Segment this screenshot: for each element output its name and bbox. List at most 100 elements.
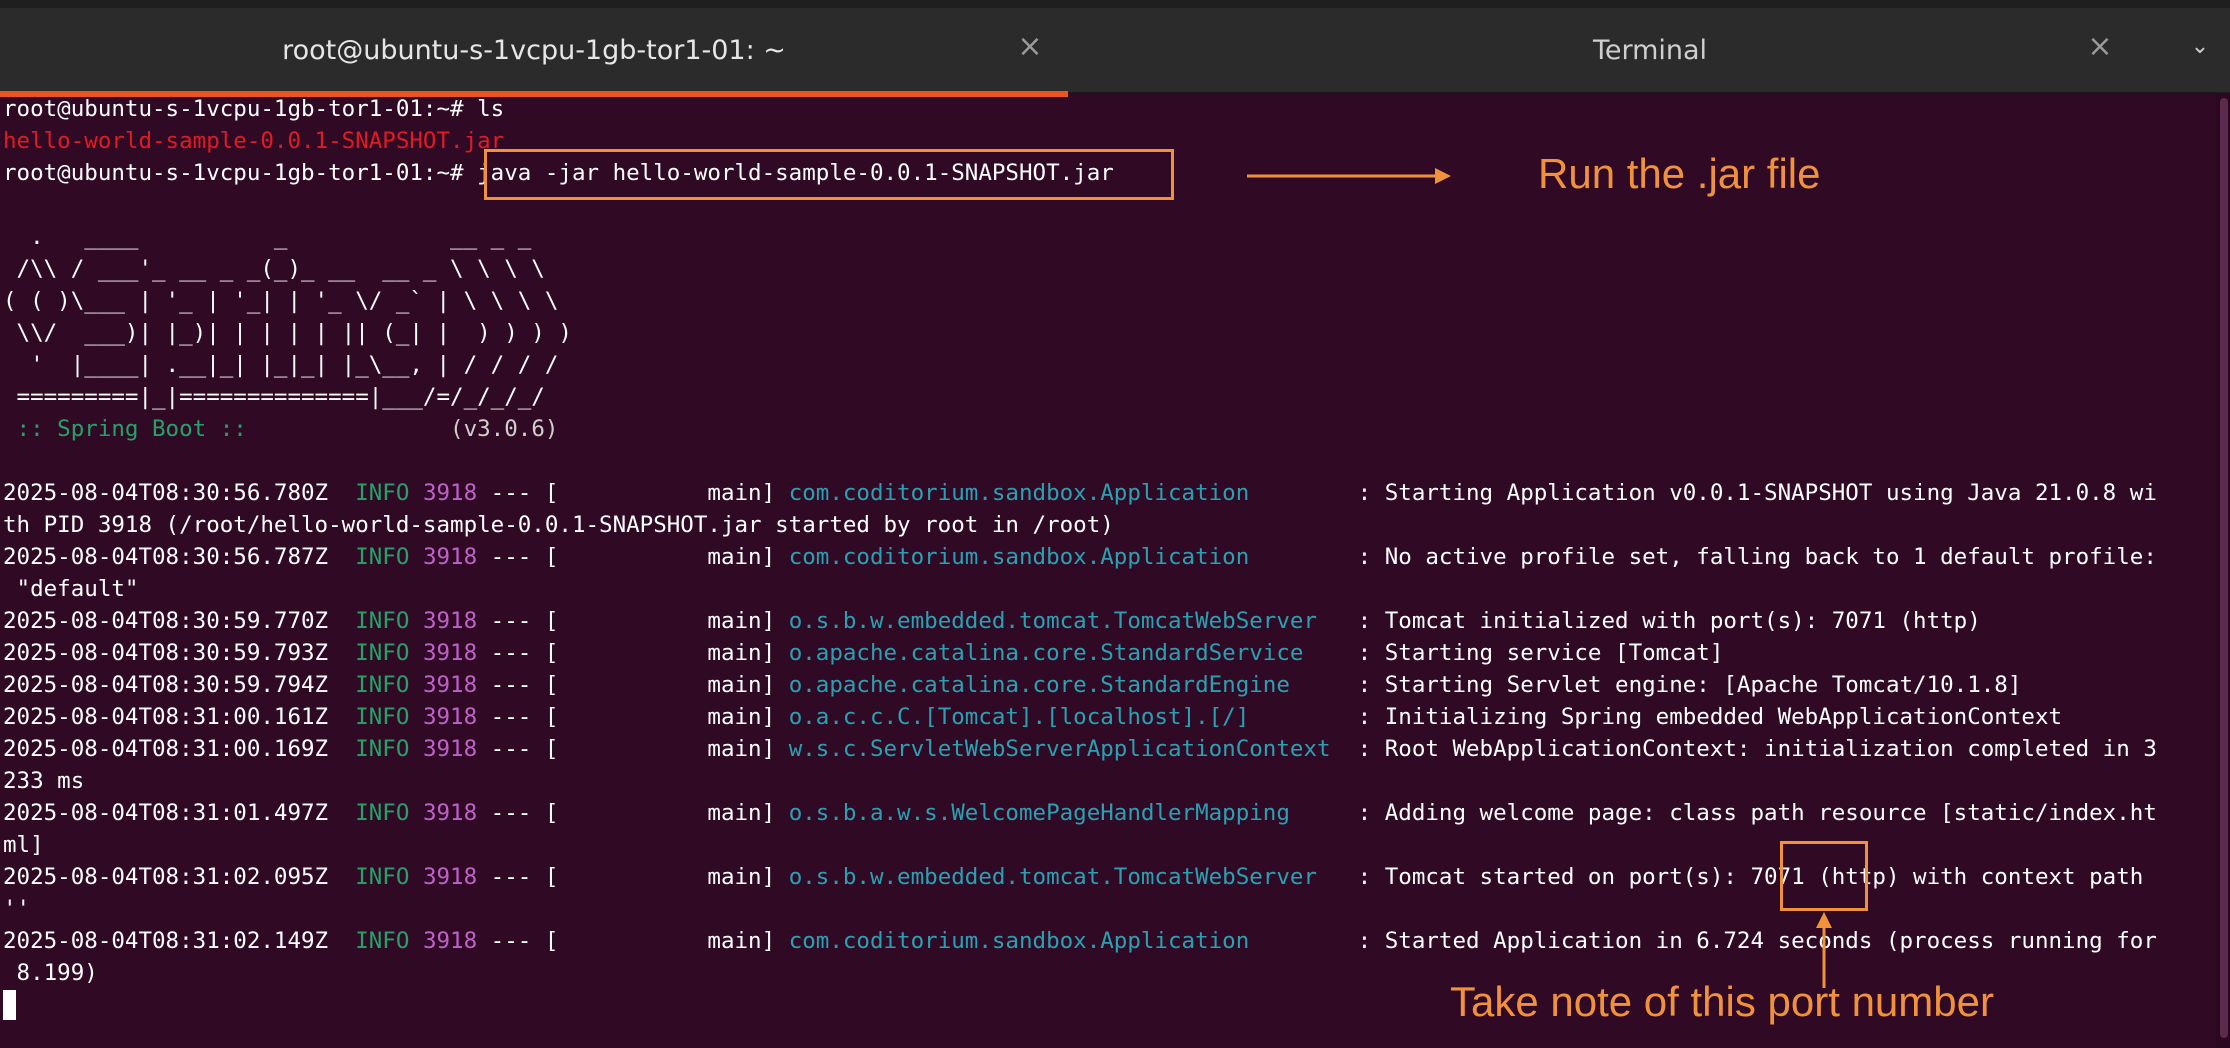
prompt: root@ubuntu-s-1vcpu-1gb-tor1-01:~#: [3, 160, 464, 186]
log-line: 2025-08-04T08:30:59.770Z INFO 3918 --- […: [3, 605, 1981, 637]
log-level: INFO: [355, 480, 410, 506]
terminal-output[interactable]: root@ubuntu-s-1vcpu-1gb-tor1-01:~# ls he…: [3, 93, 2230, 1048]
annotation-port-note: Take note of this port number: [1450, 978, 1994, 1025]
tab-menu-chevron-down-icon[interactable]: ⌄: [2180, 26, 2220, 66]
log-line: 2025-08-04T08:31:01.497Z INFO 3918 --- […: [3, 797, 2157, 829]
log-pid: 3918: [422, 480, 478, 506]
spring-boot-version-line: :: Spring Boot :: (v3.0.6): [3, 413, 559, 445]
log-logger: com.coditorium.sandbox.Application: [788, 928, 1345, 954]
log-pid: 3918: [422, 544, 478, 570]
banner-line: \\/ ___)| |_)| | | | | || (_| | ) ) ) ): [3, 320, 572, 346]
ls-output-file: hello-world-sample-0.0.1-SNAPSHOT.jar: [3, 128, 505, 154]
log-message: : Tomcat initialized with port(s): 7071 …: [1344, 608, 1981, 634]
log-message: : Adding welcome page: class path resour…: [1344, 800, 2157, 826]
log-line: 2025-08-04T08:30:59.794Z INFO 3918 --- […: [3, 669, 2021, 701]
log-time: 2025-08-04T08:31:01.497Z: [3, 800, 329, 826]
log-time: 2025-08-04T08:30:56.780Z: [3, 480, 329, 506]
log-line: 2025-08-04T08:31:00.169Z INFO 3918 --- […: [3, 733, 2157, 765]
log-message: : Initializing Spring embedded WebApplic…: [1344, 704, 2063, 730]
log-message: : Starting Application v0.0.1-SNAPSHOT u…: [1344, 480, 2157, 506]
log-pid: 3918: [422, 704, 478, 730]
log-level: INFO: [355, 640, 410, 666]
log-line-continuation: '': [3, 896, 31, 922]
log-level: INFO: [355, 544, 410, 570]
log-time: 2025-08-04T08:30:56.787Z: [3, 544, 329, 570]
log-logger: o.apache.catalina.core.StandardService: [788, 640, 1345, 666]
log-thread: --- [ main]: [477, 800, 789, 826]
tab-terminal[interactable]: Terminal: [1080, 8, 2220, 92]
log-time: 2025-08-04T08:30:59.793Z: [3, 640, 329, 666]
log-pid: 3918: [422, 640, 478, 666]
tab-ssh-session[interactable]: root@ubuntu-s-1vcpu-1gb-tor1-01: ~: [0, 8, 1068, 92]
tab-bar: root@ubuntu-s-1vcpu-1gb-tor1-01: ~ × Ter…: [0, 8, 2230, 97]
arrow-right-icon: [1247, 168, 1451, 184]
log-logger: o.s.b.a.w.s.WelcomePageHandlerMapping: [788, 800, 1345, 826]
log-level: INFO: [355, 928, 410, 954]
tab-close-icon[interactable]: ×: [2080, 26, 2120, 66]
log-message: : Starting service [Tomcat]: [1344, 640, 1724, 666]
log-level: INFO: [355, 672, 410, 698]
log-thread: --- [ main]: [477, 736, 789, 762]
command-highlight-box: [484, 149, 1174, 200]
log-level: INFO: [355, 608, 410, 634]
spring-boot-label: :: Spring Boot ::: [3, 416, 261, 442]
log-logger: o.a.c.c.C.[Tomcat].[localhost].[/]: [788, 704, 1345, 730]
log-line: 2025-08-04T08:30:59.793Z INFO 3918 --- […: [3, 637, 1723, 669]
log-time: 2025-08-04T08:31:00.161Z: [3, 704, 329, 730]
prompt: root@ubuntu-s-1vcpu-1gb-tor1-01:~#: [3, 96, 464, 122]
port-highlight-box: [1780, 841, 1868, 911]
log-thread: --- [ main]: [477, 704, 789, 730]
log-time: 2025-08-04T08:30:59.794Z: [3, 672, 329, 698]
log-pid: 3918: [422, 672, 478, 698]
terminal-cursor: [3, 990, 16, 1020]
log-thread: --- [ main]: [477, 480, 789, 506]
log-line: 2025-08-04T08:30:56.787Z INFO 3918 --- […: [3, 541, 2157, 573]
log-line-continuation: th PID 3918 (/root/hello-world-sample-0.…: [3, 512, 1114, 538]
log-thread: --- [ main]: [477, 608, 789, 634]
banner-line: . ____ _ __ _ _: [3, 224, 532, 250]
log-level: INFO: [355, 736, 410, 762]
log-pid: 3918: [422, 800, 478, 826]
log-line-continuation: "default": [3, 576, 139, 602]
log-thread: --- [ main]: [477, 864, 789, 890]
terminal-line: root@ubuntu-s-1vcpu-1gb-tor1-01:~# ls: [3, 93, 504, 125]
log-time: 2025-08-04T08:31:00.169Z: [3, 736, 329, 762]
banner-line: ( ( )\___ | '_ | '_| | '_ \/ _` | \ \ \ …: [3, 288, 559, 314]
log-pid: 3918: [422, 736, 478, 762]
log-level: INFO: [355, 800, 410, 826]
spring-boot-version: (v3.0.6): [260, 416, 559, 442]
log-message: : No active profile set, falling back to…: [1344, 544, 2157, 570]
log-line-continuation: 233 ms: [3, 768, 85, 794]
log-logger: w.s.c.ServletWebServerApplicationContext: [788, 736, 1345, 762]
log-thread: --- [ main]: [477, 640, 789, 666]
log-thread: --- [ main]: [477, 544, 789, 570]
log-time: 2025-08-04T08:31:02.149Z: [3, 928, 329, 954]
log-thread: --- [ main]: [477, 928, 789, 954]
annotation-run-jar: Run the .jar file: [1538, 150, 1821, 197]
log-logger: o.s.b.w.embedded.tomcat.TomcatWebServer: [788, 864, 1345, 890]
log-message: : Starting Servlet engine: [Apache Tomca…: [1344, 672, 2022, 698]
log-level: INFO: [355, 704, 410, 730]
log-logger: o.s.b.w.embedded.tomcat.TomcatWebServer: [788, 608, 1345, 634]
command-text: ls: [463, 96, 505, 122]
tab-close-icon[interactable]: ×: [1010, 26, 1050, 66]
log-logger: o.apache.catalina.core.StandardEngine: [788, 672, 1345, 698]
banner-line: ' |____| .__|_| |_|_| |_\__, | / / / /: [3, 352, 559, 378]
log-message: : Root WebApplicationContext: initializa…: [1344, 736, 2157, 762]
log-line-continuation: 8.199): [3, 960, 98, 986]
log-time: 2025-08-04T08:30:59.770Z: [3, 608, 329, 634]
log-pid: 3918: [422, 608, 478, 634]
log-pid: 3918: [422, 928, 478, 954]
banner-line: /\\ / ___'_ __ _ _(_)_ __ __ _ \ \ \ \: [3, 256, 545, 282]
log-thread: --- [ main]: [477, 672, 789, 698]
log-line: 2025-08-04T08:30:56.780Z INFO 3918 --- […: [3, 477, 2157, 509]
log-pid: 3918: [422, 864, 478, 890]
log-message: : Started Application in 6.724 seconds (…: [1344, 928, 2157, 954]
window-top-edge: [0, 0, 2230, 8]
scrollbar-thumb[interactable]: [2220, 98, 2228, 1038]
log-logger: com.coditorium.sandbox.Application: [788, 544, 1345, 570]
banner-line: =========|_|==============|___/=/_/_/_/: [3, 384, 545, 410]
log-level: INFO: [355, 864, 410, 890]
log-time: 2025-08-04T08:31:02.095Z: [3, 864, 329, 890]
log-line: 2025-08-04T08:31:00.161Z INFO 3918 --- […: [3, 701, 2062, 733]
